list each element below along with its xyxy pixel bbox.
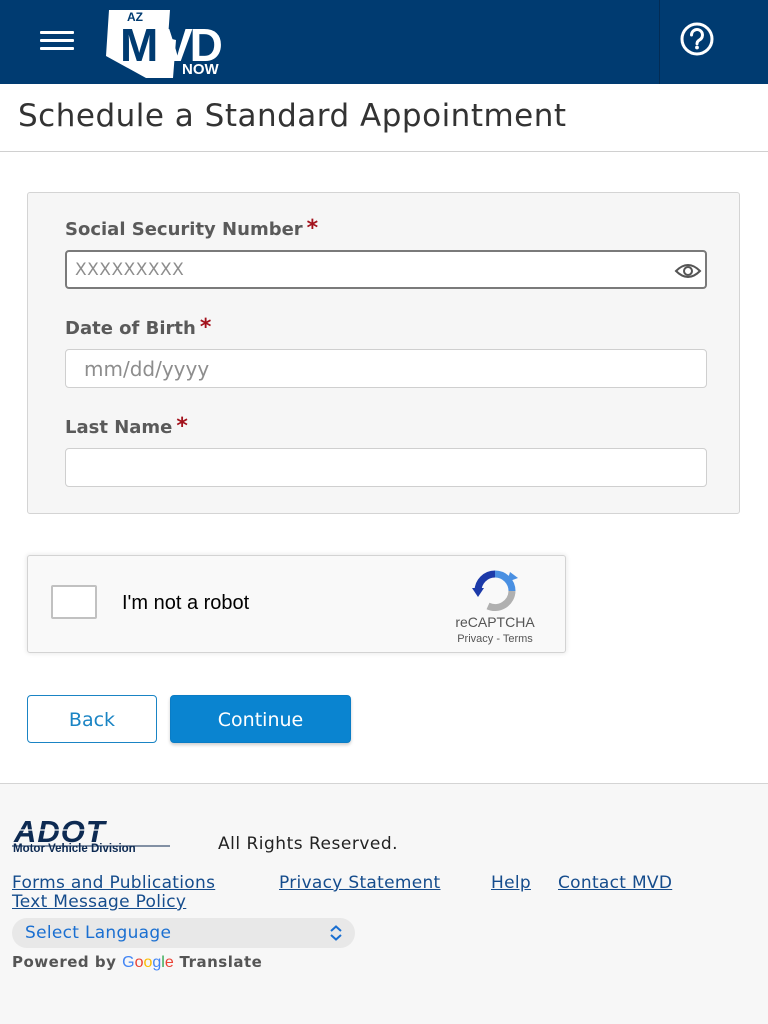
last-name-label-text: Last Name — [65, 417, 173, 438]
google-logo-text: Google — [122, 954, 174, 971]
logo-tagline-text: NOW — [182, 61, 220, 78]
copyright-text: All Rights Reserved. — [218, 834, 399, 854]
dob-label-text: Date of Birth — [65, 318, 196, 339]
footer-link-contact[interactable]: Contact MVD — [558, 873, 672, 893]
recaptcha-checkbox[interactable] — [51, 585, 97, 619]
header-divider — [659, 0, 660, 84]
recaptcha-logo-icon — [472, 570, 518, 611]
required-marker: * — [176, 414, 188, 439]
powered-by-google-translate: Powered by Google Translate — [12, 953, 262, 972]
adot-logo-subtitle: Motor Vehicle Division — [13, 843, 136, 855]
question-mark-circle-icon[interactable] — [677, 20, 717, 60]
dob-label: Date of Birth * — [65, 315, 211, 340]
az-mvd-now-logo[interactable]: AZ M VD NOW — [100, 6, 255, 78]
logo-m-letter: M — [120, 19, 156, 71]
ssn-input[interactable] — [65, 250, 707, 289]
title-divider — [0, 151, 768, 152]
language-select-value: Select Language — [25, 923, 172, 943]
continue-button[interactable]: Continue — [170, 695, 351, 743]
footer-link-forms[interactable]: Forms and Publications — [12, 873, 215, 893]
last-name-input[interactable] — [65, 448, 707, 487]
recaptcha-widget: I'm not a robot reCAPTCHA Privacy - Term… — [27, 555, 566, 653]
up-down-chevron-icon — [330, 925, 342, 941]
dob-input[interactable] — [65, 349, 707, 388]
powered-by-prefix: Powered by — [12, 953, 117, 971]
recaptcha-label: I'm not a robot — [122, 592, 250, 614]
recaptcha-brand: reCAPTCHA — [455, 614, 535, 630]
top-nav-bar: AZ M VD NOW — [0, 0, 768, 84]
eye-icon[interactable] — [674, 260, 702, 282]
recaptcha-terms-link[interactable]: Terms — [503, 633, 533, 645]
recaptcha-privacy-link[interactable]: Privacy — [457, 633, 493, 645]
recaptcha-links: Privacy - Terms — [428, 633, 562, 645]
footer-link-help[interactable]: Help — [491, 873, 531, 893]
footer-link-privacy[interactable]: Privacy Statement — [279, 873, 441, 893]
hamburger-menu-icon[interactable] — [40, 31, 74, 51]
footer-link-text-policy[interactable]: Text Message Policy — [12, 892, 186, 912]
language-select[interactable]: Select Language — [12, 918, 355, 948]
ssn-label: Social Security Number * — [65, 216, 318, 241]
recaptcha-link-separator: - — [493, 633, 503, 645]
back-button[interactable]: Back — [27, 695, 157, 743]
powered-by-suffix: Translate — [179, 953, 263, 971]
required-marker: * — [306, 216, 319, 241]
required-marker: * — [199, 315, 212, 340]
ssn-label-text: Social Security Number — [65, 219, 303, 240]
page-title: Schedule a Standard Appointment — [18, 98, 567, 134]
last-name-label: Last Name * — [65, 414, 188, 439]
